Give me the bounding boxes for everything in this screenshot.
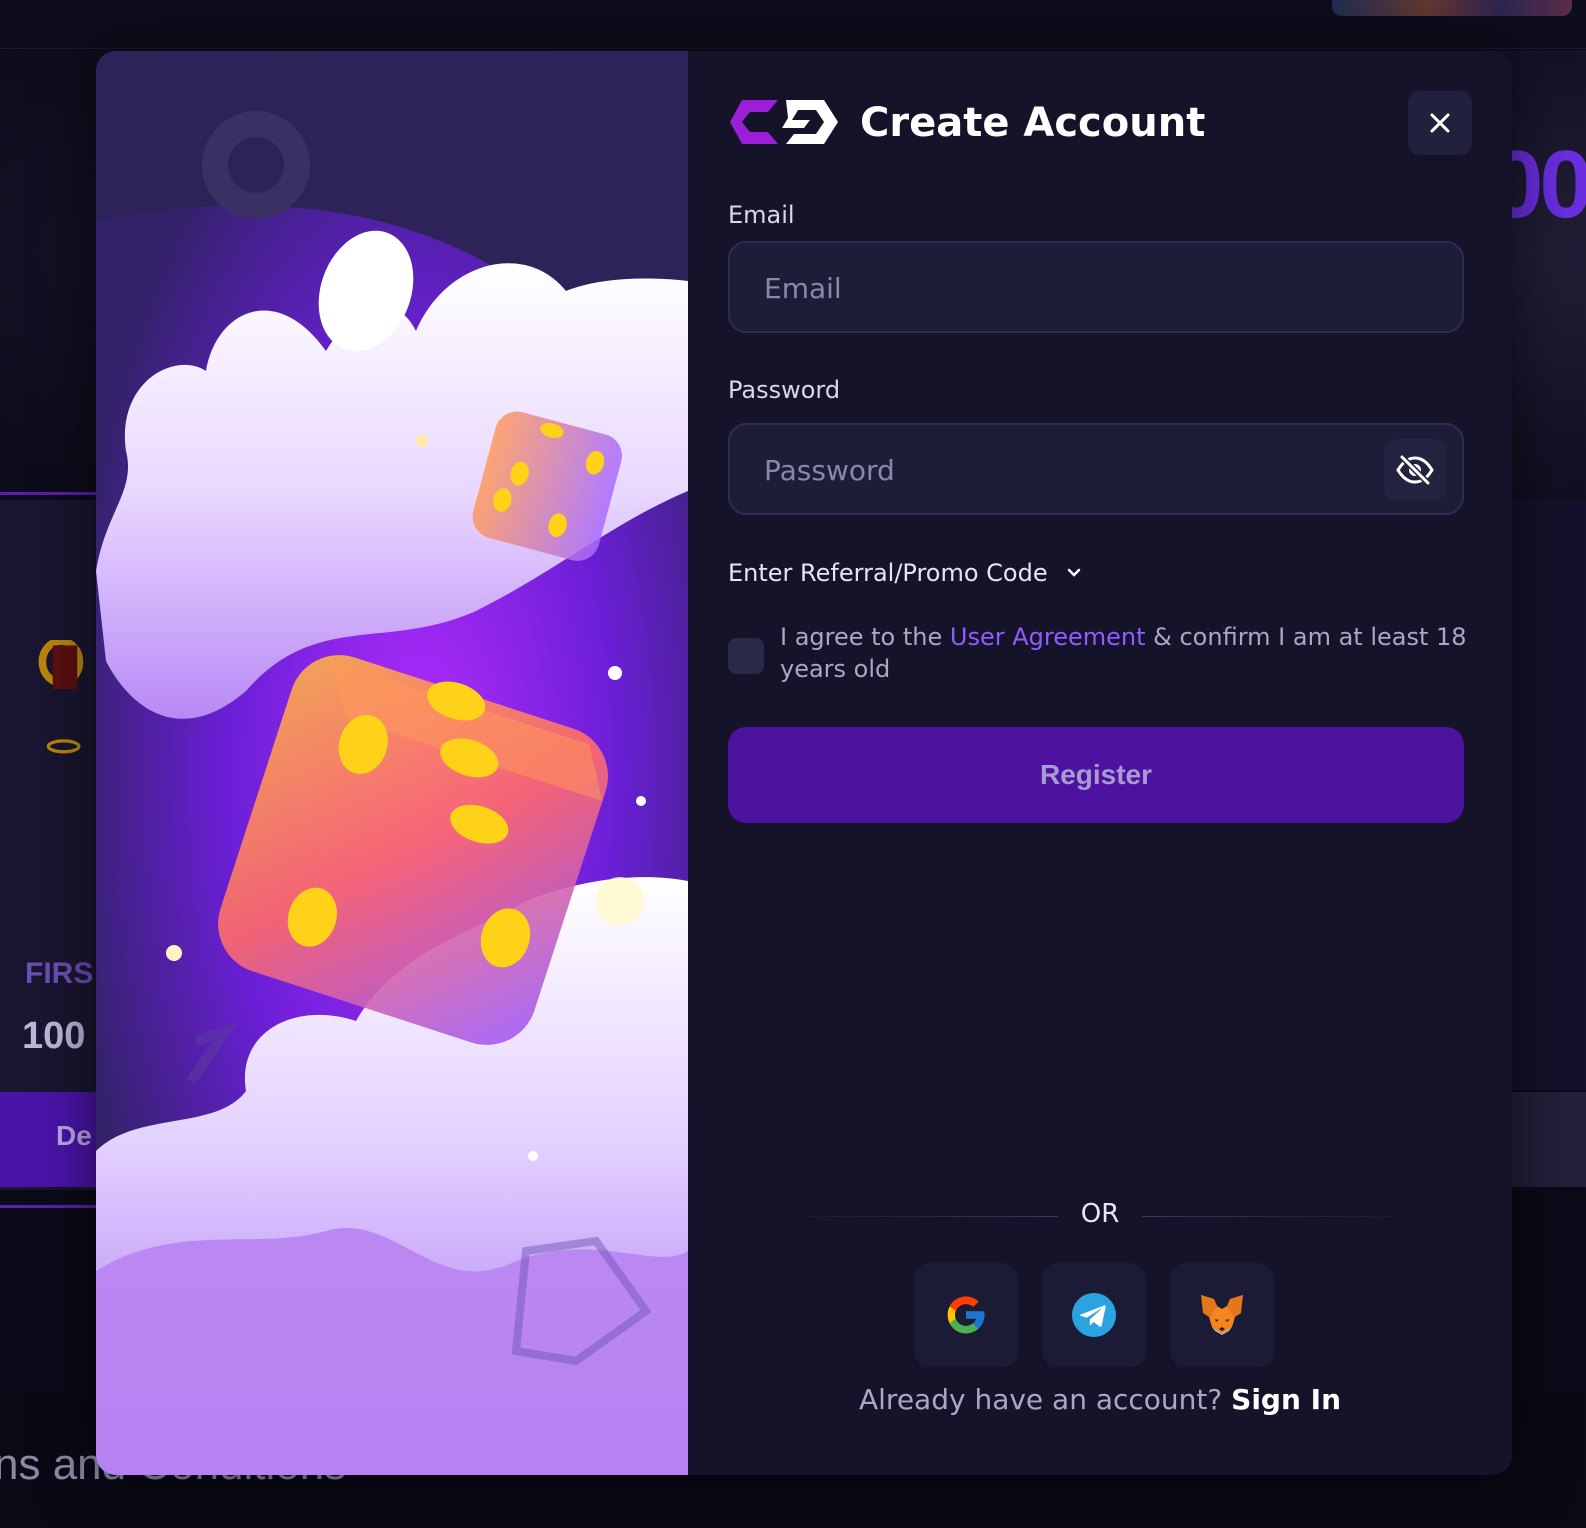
- modal-title: Create Account: [860, 100, 1206, 146]
- promo-title: FIRS: [25, 957, 94, 990]
- brand-logo: [730, 100, 838, 144]
- toggle-password-visibility-button[interactable]: [1384, 439, 1446, 501]
- agreement-checkbox[interactable]: [728, 638, 764, 674]
- promo-card: [0, 500, 100, 1190]
- user-agreement-link[interactable]: User Agreement: [950, 623, 1146, 651]
- password-label: Password: [728, 376, 841, 404]
- close-icon: [1430, 113, 1450, 133]
- form-panel: Create Account Email Password Enter: [688, 51, 1512, 1475]
- or-divider: OR: [1080, 1199, 1120, 1229]
- promo-code-toggle[interactable]: Enter Referral/Promo Code: [728, 559, 1082, 587]
- dice-illustration: [96, 51, 688, 1475]
- register-modal: Create Account Email Password Enter: [96, 51, 1512, 1475]
- register-button[interactable]: Register: [728, 727, 1464, 823]
- promo-code-label: Enter Referral/Promo Code: [728, 559, 1048, 587]
- password-input[interactable]: [762, 425, 1366, 515]
- register-label: Register: [1039, 759, 1153, 790]
- email-input[interactable]: [762, 243, 1366, 333]
- divider-line-right: [1142, 1216, 1432, 1217]
- telegram-login-button[interactable]: [1042, 1263, 1146, 1367]
- signin-link[interactable]: Sign In: [1231, 1383, 1341, 1416]
- divider-line: [0, 1205, 100, 1208]
- agreement-prefix: I agree to the: [780, 623, 950, 651]
- signin-row: Already have an account? Sign In: [688, 1383, 1512, 1416]
- divider-line: [0, 492, 100, 495]
- google-icon: [947, 1296, 985, 1334]
- eye-off-icon: [1396, 455, 1434, 485]
- metamask-icon: [1201, 1295, 1243, 1335]
- side-card: [1510, 500, 1586, 1090]
- promo-amount: 100: [22, 1015, 86, 1057]
- close-button[interactable]: [1408, 91, 1472, 155]
- email-field-box: [728, 241, 1464, 333]
- divider-line-left: [768, 1216, 1058, 1217]
- deposit-label: De: [56, 1120, 92, 1151]
- metamask-login-button[interactable]: [1170, 1263, 1274, 1367]
- telegram-icon: [1072, 1293, 1116, 1337]
- signin-prompt: Already have an account?: [858, 1383, 1223, 1416]
- google-login-button[interactable]: [914, 1263, 1018, 1367]
- agreement-text: I agree to the User Agreement & confirm …: [780, 621, 1470, 685]
- chevron-down-icon: [1067, 568, 1080, 577]
- password-field-box: [728, 423, 1464, 515]
- side-card-button: [1510, 1092, 1586, 1187]
- email-label: Email: [728, 201, 795, 229]
- trophy-icon: [38, 640, 84, 754]
- top-banner-thumbnail: [1332, 0, 1572, 16]
- deposit-button[interactable]: De: [0, 1092, 100, 1187]
- dice-artwork: [96, 51, 688, 1475]
